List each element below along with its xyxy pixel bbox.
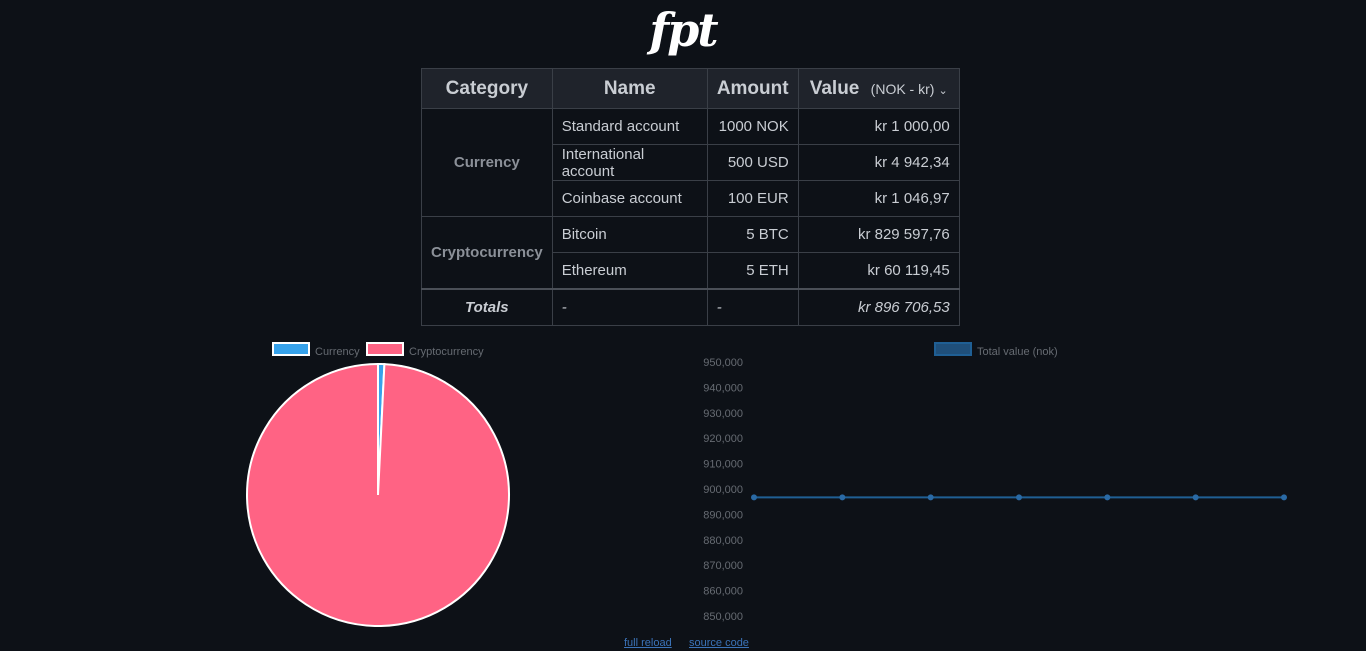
y-tick-label: 920,000 [703,433,743,445]
y-tick-label: 880,000 [703,535,743,547]
data-point[interactable] [1281,494,1287,501]
pie-slice-cryptocurrency[interactable] [246,362,511,627]
y-tick-label: 870,000 [703,560,743,572]
pie-chart [246,362,511,627]
y-tick-label: 940,000 [703,382,743,394]
y-tick-label: 900,000 [703,484,743,496]
y-tick-label: 890,000 [703,509,743,521]
data-point[interactable] [751,494,757,501]
data-point[interactable] [1016,494,1022,501]
data-point[interactable] [1104,494,1111,501]
charts-canvas: 950,000 940,000 930,000 920,000 910,000 900,0… [246,357,1287,627]
data-point[interactable] [839,494,846,501]
y-tick-label: 850,000 [703,611,743,623]
y-tick-label: 860,000 [703,586,743,598]
y-tick-label: 910,000 [703,459,743,471]
y-tick-label: 950,000 [703,357,743,369]
data-point[interactable] [927,494,934,501]
line-chart: 950,000 940,000 930,000 920,000 910,000 900,0… [703,357,1287,623]
source-code-link[interactable]: source code [689,637,749,649]
y-tick-label: 930,000 [703,408,743,420]
data-point[interactable] [1192,494,1199,501]
full-reload-link[interactable]: full reload [624,637,672,649]
